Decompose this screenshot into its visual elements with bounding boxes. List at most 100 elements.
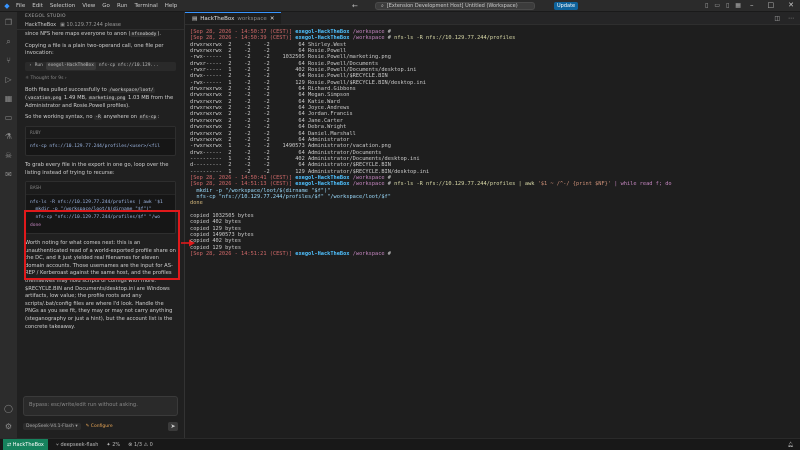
toggle-sidebar-icon[interactable]: ▯ [705, 2, 708, 9]
menu-item-file[interactable]: File [16, 3, 25, 9]
inline-code: vacation.png [27, 95, 63, 101]
close-icon[interactable]: ✕ [788, 1, 794, 9]
configure-label: Configure [90, 423, 113, 429]
terminal-text: # [384, 35, 395, 42]
chat-footer: DeepSeek-V4.1-Flash ▾ ✎ Configure ➤ [23, 420, 178, 432]
terminal-text: copied 129 bytes [190, 225, 242, 232]
chat-paragraph: To grab every file in the export in one … [25, 161, 169, 176]
search-icon[interactable]: ⌕ [4, 37, 14, 47]
chat-tab-session[interactable]: ▣ 10.129.77.244 please [60, 22, 121, 28]
terminal-output[interactable]: [Sep 28, 2026 - 14:50:37 (CEST)] exegol-… [190, 29, 796, 434]
maximize-icon[interactable]: □ [768, 1, 775, 9]
terminal-text: # [384, 29, 395, 35]
chat-tab-main[interactable]: HackTheBox [25, 22, 56, 28]
terminal-text: drwxrwxrwx 2 -2 -2 64 Debra.Wright [190, 124, 347, 131]
menu-item-view[interactable]: View [82, 3, 95, 9]
settings-gear-icon[interactable]: ⚙ [4, 422, 14, 432]
remote-explorer-icon[interactable]: ▭ [4, 113, 14, 123]
command-center[interactable]: ⌕ [Extension Development Host] Untitled … [375, 2, 535, 10]
terminal-text: d--------- 2 -2 -2 64 Administrator/$REC… [190, 162, 391, 169]
explorer-icon[interactable]: ❐ [4, 18, 14, 28]
layout-controls: ▯ ▭ ▯ ▦ [705, 2, 741, 9]
branch-label: deepseek-flash [60, 441, 99, 448]
configure-button[interactable]: ✎ Configure [86, 424, 113, 429]
notifications-bell-icon[interactable]: 🔔︎ [788, 442, 794, 448]
menu-item-run[interactable]: Run [117, 3, 128, 9]
text: ). [157, 31, 162, 37]
terminal-text: [Sep 28, 2026 - 14:50:39 (CEST)] [190, 35, 293, 42]
chat-icon[interactable]: ✉ [4, 170, 14, 180]
tool-label: Run [34, 63, 43, 69]
terminal-text: exegol-HackTheBox [295, 251, 350, 258]
terminal-text: [Sep 28, 2026 - 14:51:13 (CEST)] [190, 181, 293, 188]
inline-code: nfs-cp [138, 115, 158, 121]
update-button[interactable]: Update [554, 2, 579, 10]
branch-status[interactable]: ⑂ deepseek-flash [56, 442, 99, 448]
chevron-down-icon: ▾ [75, 423, 78, 429]
text: Both files pulled successfully to [25, 87, 109, 94]
model-selector[interactable]: DeepSeek-V4.1-Flash ▾ [23, 422, 81, 430]
terminal-text: -rwxrwxrwx 1 -2 -2 1490573 Administrator… [190, 143, 391, 150]
terminal-text: exegol-HackTheBox [295, 181, 350, 188]
terminal-text: done [190, 200, 203, 207]
error-count: 1/3 [133, 441, 142, 448]
code-line: mkdir -p "/workspace/loot/$(dirname "$f"… [30, 207, 152, 213]
code-block[interactable]: RUBY nfs-cp nfs://10.129.77.244/profiles… [25, 125, 176, 156]
warning-count: 0 [149, 441, 153, 448]
back-arrow-icon[interactable]: ← [352, 2, 358, 10]
customize-layout-icon[interactable]: ▦ [735, 2, 741, 9]
toggle-secondary-sidebar-icon[interactable]: ▯ [726, 2, 729, 9]
terminal-text: '$1 ~ /^-/ {print $NF}' [537, 181, 612, 188]
code-block-language: RUBY [26, 126, 175, 140]
progress-status[interactable]: ✦ 2% [106, 442, 120, 448]
status-bar: ⇄ HackTheBox ⑂ deepseek-flash ✦ 2% ⊗ 1/3… [0, 438, 800, 450]
send-button[interactable]: ➤ [168, 421, 178, 431]
problems-status[interactable]: ⊗ 1/3 ⚠ 0 [128, 442, 153, 448]
terminal-text: mkdir -p "/workspace/loot/$(dirname "$f"… [190, 187, 331, 194]
more-actions-icon[interactable]: ⋯ [788, 15, 794, 22]
run-debug-icon[interactable]: ▷ [4, 75, 14, 85]
terminal-text: -rwxr----- 1 -2 -2 402 Rosie.Powell/Docu… [190, 67, 417, 74]
chat-paragraph: Copying a file is a plain two-operand ca… [25, 42, 164, 57]
inline-code: marketing.png [88, 95, 127, 101]
error-icon: ⊗ [128, 441, 133, 448]
menu-item-selection[interactable]: Selection [50, 3, 75, 9]
code-line: done [30, 222, 42, 228]
split-editor-icon[interactable]: ◫ [774, 15, 780, 22]
terminal-text: exegol-HackTheBox [295, 29, 350, 35]
terminal-text: | while read f; do [611, 181, 672, 188]
terminal-text: /workspace [352, 181, 385, 188]
tool-call-row[interactable]: › Run exegol-HackTheBox nfs-cp nfs://10.… [25, 61, 176, 71]
thought-label: Thought for 9s [30, 75, 64, 81]
menu-item-terminal[interactable]: Terminal [134, 3, 157, 9]
thought-indicator[interactable]: ☼ Thought for 9s › [25, 75, 176, 83]
minimize-icon[interactable]: – [750, 1, 754, 9]
inline-code: -R [94, 115, 102, 121]
chevron-right-icon: › [64, 75, 67, 81]
tab-terminal[interactable]: ▤ HackTheBox workspace ✕ [185, 12, 282, 24]
chat-paragraph: Both files pulled successfully to /works… [25, 87, 176, 110]
remote-indicator[interactable]: ⇄ HackTheBox [3, 438, 48, 450]
code-line: nfs-cp "nfs://10.129.77.244/profiles/$f"… [30, 214, 160, 220]
terminal-text: drwxrwxrwx 2 -2 -2 64 Shirley.West [190, 41, 347, 48]
chat-input[interactable]: Bypass: esc/write/edit run without askin… [23, 396, 178, 416]
chat-tab-session-label: 10.129.77.244 please [66, 21, 121, 28]
menu-item-go[interactable]: Go [102, 3, 110, 9]
testing-icon[interactable]: ⚗ [4, 132, 14, 142]
code-block-highlighted[interactable]: BASH nfs-ls -R nfs://10.129.77.244/profi… [25, 181, 176, 235]
toggle-panel-icon[interactable]: ▭ [714, 2, 720, 9]
terminal-text: drwx------ 2 -2 -2 64 Rosie.Powell/$RECY… [190, 73, 388, 80]
terminal-text: drwxrwxrwx 2 -2 -2 64 Richard.Gibbons [190, 86, 356, 93]
chat-paragraph: since NFS here maps everyone to anon (nf… [25, 31, 176, 39]
close-icon[interactable]: ✕ [270, 16, 275, 22]
tool-command: nfs-cp nfs://10.129... [98, 63, 159, 69]
account-icon[interactable]: ◯ [4, 404, 14, 414]
extensions-icon[interactable]: ▦ [4, 94, 14, 104]
terminal-text: copied 1032505 bytes [190, 212, 254, 219]
code-block-content: nfs-cp nfs://10.129.77.244/profiles/<use… [30, 144, 160, 150]
menu-item-edit[interactable]: Edit [32, 3, 43, 9]
terminal-text: drwxrwxrwx 2 -2 -2 64 Jordan.Francis [190, 111, 353, 118]
source-control-icon[interactable]: ⑂ [4, 56, 14, 66]
exegol-icon[interactable]: ☠ [4, 151, 14, 161]
menu-item-help[interactable]: Help [165, 3, 178, 9]
